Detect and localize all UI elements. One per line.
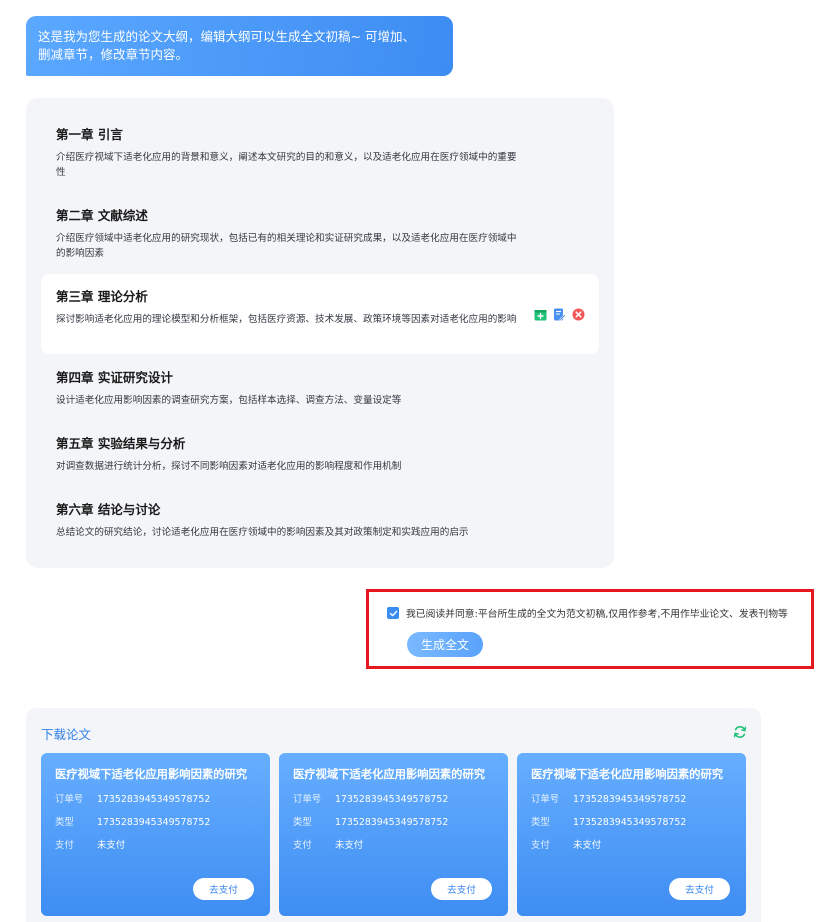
go-pay-button[interactable]: 去支付 [431,878,492,900]
type-row: 类型 1735283945349578752 [55,817,256,829]
go-pay-button[interactable]: 去支付 [193,878,254,900]
chapter-item[interactable]: 第四章 实证研究设计 设计适老化应用影响因素的调查研究方案，包括样本选择、调查方… [41,369,599,408]
type-value: 1735283945349578752 [573,817,687,828]
type-row: 类型 1735283945349578752 [293,817,494,829]
chapter-description: 总结论文的研究结论，讨论适老化应用在医疗领域中的影响因素及其对政策制定和实践应用… [56,527,469,538]
chapter-title: 第二章 文献综述 [56,208,148,223]
assistant-message-line-1: 这是我为您生成的论文大纲，编辑大纲可以生成全文初稿~ 可增加、 [38,29,415,44]
type-value: 1735283945349578752 [335,817,449,828]
chapter-title: 第六章 结论与讨论 [56,502,161,517]
order-number-row: 订单号 1735283945349578752 [55,794,256,806]
chapter-title: 第一章 引言 [56,127,123,142]
chapter-actions [534,308,585,321]
chapter-item[interactable]: 第一章 引言 介绍医疗视域下适老化应用的背景和意义，阐述本文研究的目的和意义，以… [41,126,599,180]
pay-label: 支付 [293,840,312,851]
check-icon [389,610,397,616]
agreement-row: 我已阅读并同意:平台所生成的全文为范文初稿,仅用作参考,不用作毕业论文、发表刊物… [387,606,788,620]
delete-icon[interactable] [572,308,585,321]
chapter-title: 第四章 实证研究设计 [56,370,173,385]
chapter-item[interactable]: 第五章 实验结果与分析 对调查数据进行统计分析，探讨不同影响因素对适老化应用的影… [41,435,599,474]
chapter-description: 介绍医疗领域中适老化应用的研究现状，包括已有的相关理论和实证研究成果，以及适老化… [56,233,517,259]
chapter-description: 设计适老化应用影响因素的调查研究方案，包括样本选择、调查方法、变量设定等 [56,395,402,406]
order-number-label: 订单号 [293,794,322,805]
order-number-row: 订单号 1735283945349578752 [531,794,732,806]
generate-fulltext-button[interactable]: 生成全文 [407,632,483,657]
order-number-value: 1735283945349578752 [573,794,687,805]
paper-card: 医疗视域下适老化应用影响因素的研究 订单号 173528394534957875… [41,753,270,916]
download-panel: 下载论文 医疗视域下适老化应用影响因素的研究 订单号 1735283945349… [26,708,761,922]
paper-card: 医疗视域下适老化应用影响因素的研究 订单号 173528394534957875… [517,753,746,916]
pay-status-row: 支付 未支付 [55,840,256,852]
insert-chapter-icon[interactable] [534,308,547,321]
paper-card-title: 医疗视域下适老化应用影响因素的研究 [293,768,486,781]
order-number-value: 1735283945349578752 [335,794,449,805]
download-title: 下载论文 [41,727,92,742]
order-number-label: 订单号 [531,794,560,805]
type-label: 类型 [55,817,74,828]
refresh-icon[interactable] [733,725,747,739]
type-value: 1735283945349578752 [97,817,211,828]
type-label: 类型 [531,817,550,828]
order-number-row: 订单号 1735283945349578752 [293,794,494,806]
pay-status-value: 未支付 [573,840,602,851]
pay-status-value: 未支付 [335,840,364,851]
pay-status-row: 支付 未支付 [531,840,732,852]
paper-card-title: 医疗视域下适老化应用影响因素的研究 [531,768,724,781]
agreement-text: 我已阅读并同意:平台所生成的全文为范文初稿,仅用作参考,不用作毕业论文、发表刊物… [406,609,788,620]
outline-card: 第一章 引言 介绍医疗视域下适老化应用的背景和意义，阐述本文研究的目的和意义，以… [26,98,614,568]
pay-status-value: 未支付 [97,840,126,851]
assistant-message-bubble: 这是我为您生成的论文大纲，编辑大纲可以生成全文初稿~ 可增加、 删减章节，修改章… [26,16,453,76]
chapter-item[interactable]: 第六章 结论与讨论 总结论文的研究结论，讨论适老化应用在医疗领域中的影响因素及其… [41,501,599,540]
assistant-message-line-2: 删减章节，修改章节内容。 [38,47,189,62]
pay-label: 支付 [55,840,74,851]
chapter-description: 介绍医疗视域下适老化应用的背景和意义，阐述本文研究的目的和意义，以及适老化应用在… [56,152,517,178]
paper-card-title: 医疗视域下适老化应用影响因素的研究 [55,768,248,781]
chapter-title: 第三章 理论分析 [56,289,148,304]
go-pay-button[interactable]: 去支付 [669,878,730,900]
type-label: 类型 [293,817,312,828]
agreement-highlight-box: 我已阅读并同意:平台所生成的全文为范文初稿,仅用作参考,不用作毕业论文、发表刊物… [366,589,814,669]
order-number-value: 1735283945349578752 [97,794,211,805]
chapter-item-active[interactable]: 第三章 理论分析 探讨影响适老化应用的理论模型和分析框架，包括医疗资源、技术发展… [41,274,599,354]
chat-page: 这是我为您生成的论文大纲，编辑大纲可以生成全文初稿~ 可增加、 删减章节，修改章… [0,0,832,922]
type-row: 类型 1735283945349578752 [531,817,732,829]
chapter-description: 对调查数据进行统计分析，探讨不同影响因素对适老化应用的影响程度和作用机制 [56,461,402,472]
chapter-item[interactable]: 第二章 文献综述 介绍医疗领域中适老化应用的研究现状，包括已有的相关理论和实证研… [41,207,599,261]
paper-card: 医疗视域下适老化应用影响因素的研究 订单号 173528394534957875… [279,753,508,916]
edit-icon[interactable] [553,308,566,321]
order-number-label: 订单号 [55,794,84,805]
agreement-checkbox[interactable] [387,607,399,619]
pay-label: 支付 [531,840,550,851]
pay-status-row: 支付 未支付 [293,840,494,852]
chapter-description: 探讨影响适老化应用的理论模型和分析框架，包括医疗资源、技术发展、政策环境等因素对… [56,314,517,325]
chapter-title: 第五章 实验结果与分析 [56,436,186,451]
